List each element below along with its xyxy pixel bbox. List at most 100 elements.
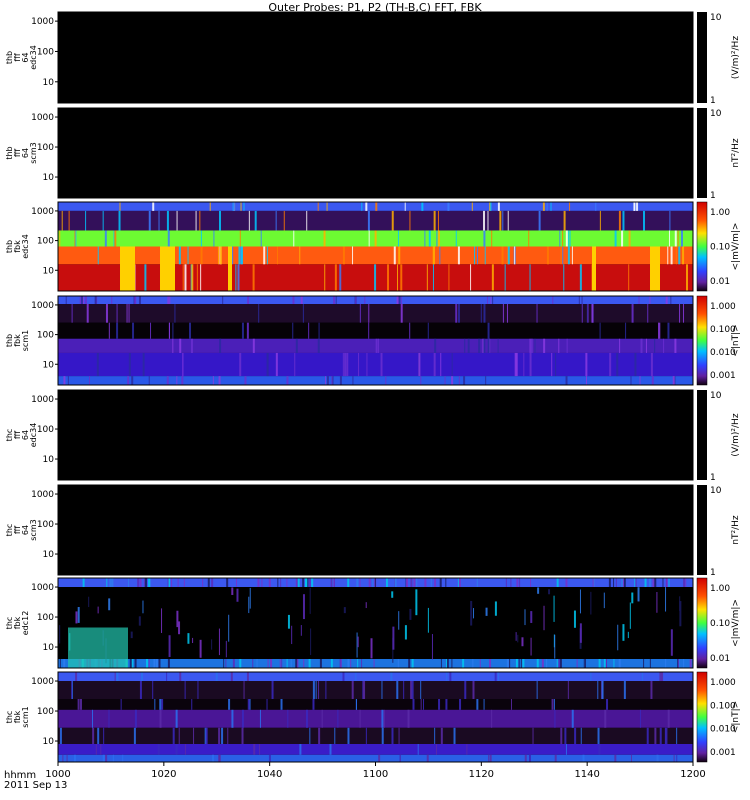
panel-6-streak <box>598 659 601 668</box>
panel-6-streak <box>670 629 673 656</box>
panel-6-streak <box>192 637 194 644</box>
panel-6-streak <box>106 578 108 587</box>
panel-3-streak <box>142 352 145 377</box>
panel-3-streak <box>502 304 504 323</box>
panel-7-streak <box>154 699 156 710</box>
panel-3-streak <box>172 338 174 353</box>
panel-3-streak <box>485 376 487 385</box>
panel-3-streak <box>619 338 621 353</box>
panel-1-colorbar <box>697 108 707 198</box>
panel-7-streak <box>116 672 119 681</box>
panel-6-streak <box>559 659 562 668</box>
panel-2-streak <box>195 210 197 231</box>
panel-7-streak <box>75 672 78 681</box>
panel-6-ylabel-2: edc12 <box>21 611 30 636</box>
panel-3-streak <box>543 338 546 353</box>
panel-3-streak <box>458 376 460 385</box>
panel-1-cbar-tick-0: 10 <box>710 109 722 119</box>
panel-7-streak <box>231 709 234 728</box>
panel-3-streak <box>219 338 222 353</box>
panel-6-streak <box>281 659 283 668</box>
panel-2-dropout-0 <box>120 246 135 291</box>
panel-6-streak <box>440 659 442 668</box>
panel-6-streak <box>155 659 158 668</box>
panel-5-ytick-label-0: 1000 <box>31 490 54 500</box>
panel-2-streak <box>166 210 169 231</box>
panel-3-streak <box>246 322 249 339</box>
panel-2-streak <box>636 202 639 211</box>
panel-2-streak <box>144 264 147 291</box>
panel-7-streak <box>363 681 366 699</box>
panel-3-streak <box>585 352 588 377</box>
panel-3-cbar-tick-0: 1.000 <box>710 302 736 312</box>
panel-3-streak <box>168 322 170 339</box>
panel-7-streak <box>434 727 436 744</box>
panel-6-streak <box>415 589 418 616</box>
panel-6-streak <box>231 587 234 595</box>
panel-2-streak <box>68 210 70 231</box>
panel-3-streak <box>529 352 532 377</box>
panel-6-streak <box>248 596 250 614</box>
panel-7-streak <box>449 672 452 681</box>
panel-7-streak <box>152 681 154 699</box>
panel-2-streak <box>104 230 107 247</box>
panel-2-streak <box>398 246 401 265</box>
panel-6-streak <box>59 625 61 644</box>
panel-7-streak <box>221 727 224 744</box>
panel-6-streak <box>357 636 359 648</box>
panel-2-streak <box>678 246 681 265</box>
panel-6-streak <box>183 578 185 587</box>
panel-3-streak <box>352 376 354 385</box>
panel-4-ytick-label-0: 1000 <box>31 395 54 405</box>
panel-3-streak <box>463 376 466 385</box>
panel-3-streak <box>467 338 470 353</box>
panel-6-streak <box>546 659 548 668</box>
panel-7-band-3 <box>58 709 693 728</box>
panel-7-streak <box>249 699 251 710</box>
panel-6-streak <box>554 634 556 659</box>
panel-2-streak <box>97 246 99 265</box>
panel-3-streak <box>212 376 214 385</box>
panel-7-streak <box>524 754 527 762</box>
panel-2-streak <box>448 264 450 291</box>
panel-6-streak <box>615 578 617 587</box>
panel-6-streak <box>146 659 149 668</box>
panel-2-streak <box>474 246 476 265</box>
panel-2-streak <box>436 230 438 247</box>
panel-3-streak <box>486 296 488 305</box>
panel-3-streak <box>380 352 383 377</box>
panel-2-streak <box>447 202 450 211</box>
panel-7-streak <box>334 727 336 744</box>
panel-3-streak <box>565 376 568 385</box>
panel-7-streak <box>92 709 94 728</box>
panel-7-streak <box>659 727 662 744</box>
panel-6-streak <box>357 659 359 668</box>
panel-3-streak <box>534 338 536 353</box>
panel-7-streak <box>71 681 73 699</box>
panel-6-streak <box>232 659 235 668</box>
panel-7-streak <box>453 727 456 744</box>
panel-2-streak <box>502 210 504 231</box>
panel-3-streak <box>552 296 554 305</box>
panel-7-cbar-label: <|nT|> <box>731 701 741 733</box>
panel-6-streak <box>171 578 173 587</box>
panel-6-streak <box>427 607 429 633</box>
panel-2-colorbar <box>696 201 708 292</box>
panel-6-streak <box>311 578 314 587</box>
panel-6-streak <box>505 578 507 587</box>
panel-6-streak <box>439 578 442 587</box>
panel-3-streak <box>587 304 589 323</box>
panel-3-streak <box>366 352 368 377</box>
panel-6-streak <box>479 659 481 668</box>
panel-3-streak <box>126 304 128 323</box>
panel-6-streak <box>565 578 568 587</box>
panel-7-streak <box>560 727 563 744</box>
panel-7-streak <box>597 727 600 744</box>
panel-2-streak <box>470 264 472 291</box>
panel-2-streak <box>240 202 242 211</box>
panel-2-streak <box>432 264 434 291</box>
panel-2-streak <box>119 202 121 211</box>
panel-7-ylabel-2: scm1 <box>21 706 30 727</box>
panel-7-streak <box>488 754 490 762</box>
panel-6-streak <box>167 659 170 668</box>
